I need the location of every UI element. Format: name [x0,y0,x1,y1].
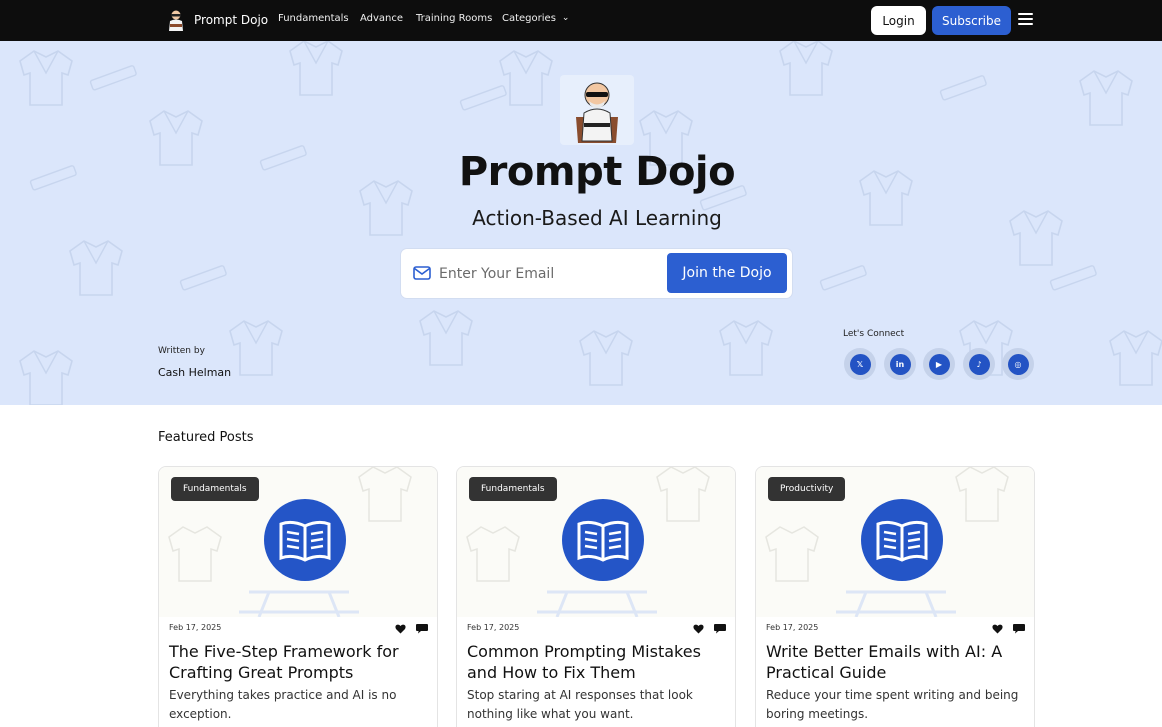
sensei-avatar [560,75,634,145]
hero-section: Prompt Dojo Action-Based AI Learning Joi… [0,41,1162,405]
post-excerpt: Reduce your time spent writing and being… [766,688,1019,721]
category-tag[interactable]: Fundamentals [171,477,259,501]
brand-link[interactable]: Prompt Dojo [166,9,268,31]
tiktok-social-button[interactable]: ♪ [963,348,995,380]
nav-dropdown-categories[interactable]: Categories ⌄ [502,13,569,24]
comment-icon[interactable] [714,623,726,634]
youtube-icon: ▶ [928,353,950,375]
dojo-logo-icon [169,10,183,31]
youtube-social-button[interactable]: ▶ [923,348,955,380]
post-card[interactable]: Productivity Feb 17, 2025 Write Better E… [755,466,1035,727]
hero-subtitle: Action-Based AI Learning [472,206,722,230]
hero-title: Prompt Dojo [458,149,736,195]
category-tag[interactable]: Productivity [768,477,846,501]
post-title[interactable]: Write Better Emails with AI: A Practical… [766,641,1028,683]
login-button[interactable]: Login [871,6,926,35]
post-meta: Feb 17, 2025 [467,623,727,637]
written-by-label: Written by [158,346,205,356]
comment-icon[interactable] [1013,623,1025,634]
post-card[interactable]: Fundamentals Feb 17, 2025 The Five-Step … [158,466,438,727]
book-icon [861,499,943,581]
post-meta: Feb 17, 2025 [169,623,429,637]
chevron-down-icon: ⌄ [561,13,570,23]
hamburger-menu-icon[interactable] [1018,13,1033,25]
connect-label: Let's Connect [843,329,905,339]
mail-icon [413,266,431,280]
post-excerpt: Everything takes practice and AI is no e… [169,688,397,721]
book-icon [562,499,644,581]
featured-posts-heading: Featured Posts [158,430,254,445]
nav-link-fundamentals[interactable]: Fundamentals [278,13,349,24]
subscribe-button[interactable]: Subscribe [932,6,1011,35]
sensei-illustration-icon [576,82,618,143]
nav-link-advance[interactable]: Advance [360,13,403,24]
post-card-image: Fundamentals [457,467,735,617]
brand-name: Prompt Dojo [194,13,269,27]
heart-icon[interactable] [992,624,1003,634]
author-name[interactable]: Cash Helman [158,366,231,379]
instagram-social-button[interactable]: ◎ [1002,348,1034,380]
post-date: Feb 17, 2025 [766,623,819,632]
instagram-icon: ◎ [1007,353,1029,375]
heart-icon[interactable] [693,624,704,634]
post-card-image: Productivity [756,467,1034,617]
nav-link-training-rooms[interactable]: Training Rooms [416,13,492,24]
newsletter-signup-form: Join the Dojo [401,249,792,298]
x-social-button[interactable]: 𝕏 [844,348,876,380]
post-title[interactable]: Common Prompting Mistakes and How to Fix… [467,641,729,683]
linkedin-social-button[interactable]: in [884,348,916,380]
category-tag[interactable]: Fundamentals [469,477,557,501]
categories-label: Categories [502,13,556,24]
post-title[interactable]: The Five-Step Framework for Crafting Gre… [169,641,431,683]
post-date: Feb 17, 2025 [467,623,520,632]
heart-icon[interactable] [395,624,406,634]
post-card-image: Fundamentals [159,467,437,617]
join-dojo-button[interactable]: Join the Dojo [667,253,787,293]
email-input[interactable] [439,259,661,288]
top-nav: Prompt Dojo Fundamentals Advance Trainin… [0,0,1162,41]
post-meta: Feb 17, 2025 [766,623,1026,637]
x-icon: 𝕏 [849,353,871,375]
comment-icon[interactable] [416,623,428,634]
book-icon [264,499,346,581]
post-card[interactable]: Fundamentals Feb 17, 2025 Common Prompti… [456,466,736,727]
linkedin-icon: in [889,353,911,375]
tiktok-icon: ♪ [968,353,990,375]
post-excerpt: Stop staring at AI responses that look n… [467,688,693,721]
post-date: Feb 17, 2025 [169,623,222,632]
